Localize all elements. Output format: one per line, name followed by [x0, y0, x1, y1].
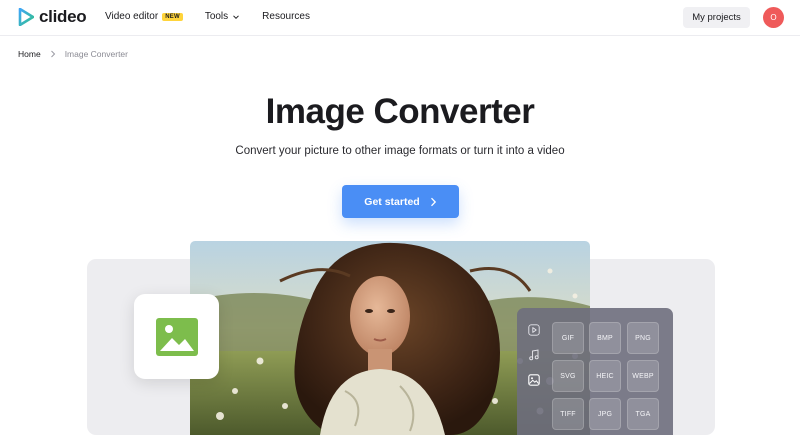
format-heic[interactable]: HEIC — [589, 360, 621, 392]
my-projects-button[interactable]: My projects — [683, 7, 750, 28]
format-tga[interactable]: TGA — [627, 398, 659, 430]
format-png[interactable]: PNG — [627, 322, 659, 354]
format-gif[interactable]: GIF — [552, 322, 584, 354]
nav-resources[interactable]: Resources — [262, 11, 310, 22]
page-title: Image Converter — [265, 92, 535, 131]
breadcrumb-home[interactable]: Home — [18, 49, 41, 59]
main-nav: Video editor NEW Tools Resources — [105, 11, 310, 22]
get-started-label: Get started — [364, 195, 420, 208]
user-avatar[interactable]: O — [763, 7, 784, 28]
page-subtitle: Convert your picture to other image form… — [235, 145, 565, 157]
format-bmp[interactable]: BMP — [589, 322, 621, 354]
format-picker-panel: GIF BMP PNG SVG HEIC WEBP TIFF JPG TGA — [517, 308, 673, 435]
nav-resources-label: Resources — [262, 11, 310, 22]
nav-tools-label: Tools — [204, 11, 229, 22]
image-icon[interactable] — [528, 374, 540, 386]
nav-video-editor-label: Video editor — [105, 11, 159, 22]
brand-name: clideo — [39, 7, 87, 26]
chevron-right-icon — [50, 50, 55, 58]
nav-video-editor[interactable]: Video editor NEW — [105, 11, 183, 22]
image-icon — [155, 317, 198, 356]
format-tiff[interactable]: TIFF — [552, 398, 584, 430]
image-format-tile — [134, 294, 219, 379]
format-webp[interactable]: WEBP — [627, 360, 659, 392]
breadcrumb-current: Image Converter — [64, 49, 128, 59]
top-header: clideo Video editor NEW Tools Resources … — [0, 0, 800, 36]
get-started-button[interactable]: Get started — [342, 185, 459, 218]
chevron-down-icon — [233, 14, 240, 19]
play-icon[interactable] — [528, 324, 540, 336]
chevron-right-icon — [430, 197, 436, 206]
breadcrumb: Home Image Converter — [18, 49, 128, 59]
new-badge: NEW — [162, 12, 183, 21]
music-note-icon[interactable] — [528, 349, 540, 361]
play-logo-icon — [18, 8, 34, 26]
format-svg[interactable]: SVG — [552, 360, 584, 392]
nav-tools[interactable]: Tools — [205, 11, 240, 22]
clideo-logo[interactable]: clideo — [18, 7, 87, 27]
format-jpg[interactable]: JPG — [589, 398, 621, 430]
